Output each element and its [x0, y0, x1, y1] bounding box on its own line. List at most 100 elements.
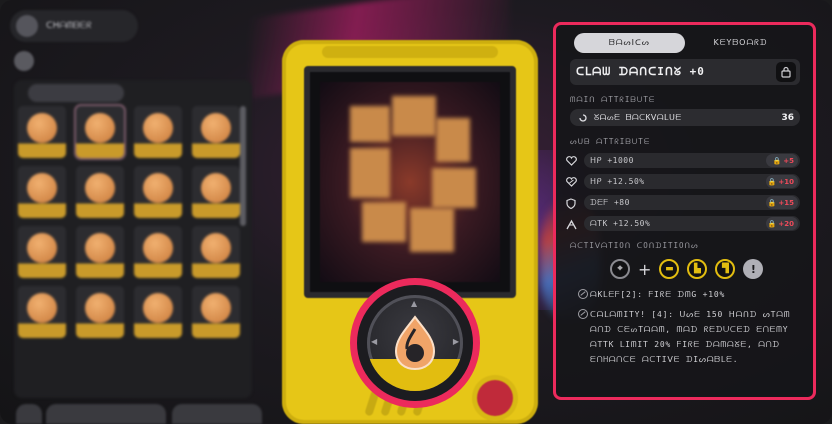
unlock-level: +15	[778, 198, 794, 207]
tab-inventory-1[interactable]	[28, 84, 124, 102]
fire-element-icon	[394, 315, 436, 371]
item-icon	[201, 233, 231, 263]
inventory-scrollbar[interactable]	[240, 106, 246, 226]
unlock-badge: 🔒 +5	[766, 154, 798, 167]
trait-line: ᗩKᒪᗴᖴ[2]: ᖴIᖇᗴ ᗪᗰG +10%	[578, 287, 804, 302]
inventory-slot[interactable]	[134, 106, 182, 158]
unlock-badge: 🔒 +15	[766, 196, 798, 209]
inventory-slot[interactable]	[192, 226, 240, 278]
device-screen	[304, 66, 516, 298]
activation-conditions-label: ᗩᑕTIᐯᗩTIOᑎ ᑕOᑎᗪITIOᑎᔕ	[570, 241, 699, 250]
main-attribute-row: ᘜᗩᔕᗴ ᗷᗩᑕKᐯᗩᒪᑌᗴ 36	[570, 109, 800, 126]
sub-attribute-row: ᗪᗴᖴ +80 🔒 +15	[566, 195, 800, 210]
slot-3-icon[interactable]: ▜	[715, 259, 736, 279]
item-icon	[201, 113, 231, 143]
item-icon	[27, 173, 57, 203]
arrow-right-icon: ▶	[452, 337, 459, 346]
shield-icon	[564, 196, 578, 210]
player-row	[14, 50, 246, 72]
unlock-level: +5	[783, 156, 794, 165]
trait-icon	[578, 309, 588, 319]
item-icon	[27, 233, 57, 263]
sword-icon	[564, 217, 578, 231]
heart-icon	[564, 154, 578, 168]
item-block	[392, 96, 436, 136]
sub-attribute-text: ᕼᑭ +12.50%	[590, 177, 645, 186]
item-icon	[143, 233, 173, 263]
info-icon[interactable]: !	[743, 259, 764, 279]
inventory-slot[interactable]	[134, 286, 182, 338]
item-icon	[85, 293, 115, 323]
inventory-slot[interactable]	[76, 286, 124, 338]
bottom-secondary-button[interactable]	[172, 404, 262, 424]
sub-attribute-text: ᗪᗴᖴ +80	[590, 197, 630, 207]
lock-icon: 🔒	[767, 177, 777, 186]
item-icon	[27, 113, 57, 143]
inventory-slot[interactable]	[18, 166, 66, 218]
avatar	[14, 51, 34, 71]
arrow-up-icon: ▲	[411, 299, 418, 308]
inventory-slot[interactable]	[18, 226, 66, 278]
sub-attribute-label: ᔕᑌᗷ ᗩTTᖇIᗷᑌTᗴ	[570, 137, 651, 146]
cycle-icon	[579, 113, 587, 122]
unlock-badge: 🔒 +10	[766, 175, 798, 188]
inventory-panel	[14, 80, 252, 398]
device-red-button[interactable]	[477, 380, 513, 416]
item-icon	[201, 293, 231, 323]
inventory-slot[interactable]	[76, 166, 124, 218]
main-attribute-label: ᗰᗩIᑎ ᗩTTᖇIᗷᑌTᗴ	[570, 95, 656, 104]
dial-face: ▲ ◀ ▶	[367, 295, 463, 391]
item-block	[432, 168, 476, 208]
bottom-left-button[interactable]	[16, 404, 42, 424]
inventory-slot[interactable]	[134, 226, 182, 278]
inventory-slot[interactable]	[192, 106, 240, 158]
tab-keyboard[interactable]: KᗴYᗷOᗩᖇᗪ	[685, 33, 796, 53]
item-block	[350, 148, 390, 198]
slot-2-icon[interactable]: ▙	[687, 259, 708, 279]
inventory-slot[interactable]	[18, 286, 66, 338]
tab-basics[interactable]: ᗷᗩᔕIᑕᔕ	[574, 33, 685, 53]
inventory-slot[interactable]	[18, 106, 66, 158]
item-icon	[85, 113, 115, 143]
bottom-action-button[interactable]	[46, 404, 166, 424]
game-scene: ᑕᕼᗩᗰᗷᗴᖇ ▲ ◀ ▶ ᗷᗩᔕIᑕᔕ KᗴYᗷOᗩᖇᗪ ᑕᒪᗩᗯ ᗪᗩᑎᑕI…	[0, 0, 832, 424]
element-dial[interactable]: ▲ ◀ ▶	[350, 278, 480, 408]
inventory-slot[interactable]	[192, 166, 240, 218]
lock-icon	[781, 66, 791, 78]
item-icon	[143, 113, 173, 143]
main-attribute-value: 36	[781, 112, 794, 123]
trait-text: ᗩKᒪᗴᖴ[2]: ᖴIᖇᗴ ᗪᗰG +10%	[590, 290, 726, 299]
sub-attribute-text: ᕼᑭ +1000	[590, 156, 634, 165]
lock-button[interactable]	[776, 62, 796, 82]
item-block	[362, 202, 406, 242]
crosshair-icon[interactable]: ⌖	[610, 259, 630, 279]
item-icon	[143, 293, 173, 323]
page-title: ᑕᕼᗩᗰᗷᗴᖇ	[46, 21, 92, 31]
inventory-slot[interactable]	[134, 166, 182, 218]
slot-1-icon[interactable]: ▬	[659, 259, 680, 279]
unlock-level: +10	[778, 177, 794, 186]
inventory-slot[interactable]	[192, 286, 240, 338]
inventory-slot-selected[interactable]	[74, 104, 126, 160]
item-title-row: ᑕᒪᗩᗯ ᗪᗩᑎᑕIᑎᘜ +0	[570, 59, 800, 85]
unlock-badge: 🔒 +20	[766, 217, 798, 230]
main-attribute-name: ᘜᗩᔕᗴ ᗷᗩᑕKᐯᗩᒪᑌᗴ	[594, 112, 682, 122]
inventory-slot[interactable]	[76, 226, 124, 278]
item-title: ᑕᒪᗩᗯ ᗪᗩᑎᑕIᑎᘜ +0	[576, 65, 705, 78]
arrow-left-icon: ◀	[371, 337, 378, 346]
trait-text: ᑕᗩᒪᗩᗰITY! [4]: ᑌᔕᗴ 150 ᕼᗩᑎᗪ ᔕTᗩᗰ ᗩᑎᗪ ᑕᗴᔕ…	[590, 310, 791, 364]
lock-icon: 🔒	[767, 198, 777, 207]
tab-inventory-2[interactable]	[132, 84, 228, 102]
item-icon	[85, 233, 115, 263]
detail-tabs: ᗷᗩᔕIᑕᔕ KᗴYᗷOᗩᖇᗪ	[574, 33, 796, 53]
item-icon	[201, 173, 231, 203]
back-button[interactable]: ᑕᕼᗩᗰᗷᗴᖇ	[10, 10, 138, 42]
sub-attribute-text: ᗩTK +12.50%	[590, 218, 651, 228]
unlock-level: +20	[778, 219, 794, 228]
trait-icon	[578, 289, 588, 299]
item-block	[410, 208, 454, 252]
item-detail-panel: ᗷᗩᔕIᑕᔕ KᗴYᗷOᗩᖇᗪ ᑕᒪᗩᗯ ᗪᗩᑎᑕIᑎᘜ +0 ᗰᗩIᑎ ᗩTT…	[553, 22, 816, 400]
sub-attribute-row: ᕼᑭ +12.50% 🔒 +10	[565, 174, 800, 189]
inventory-grid	[14, 104, 240, 338]
back-icon	[16, 15, 38, 37]
